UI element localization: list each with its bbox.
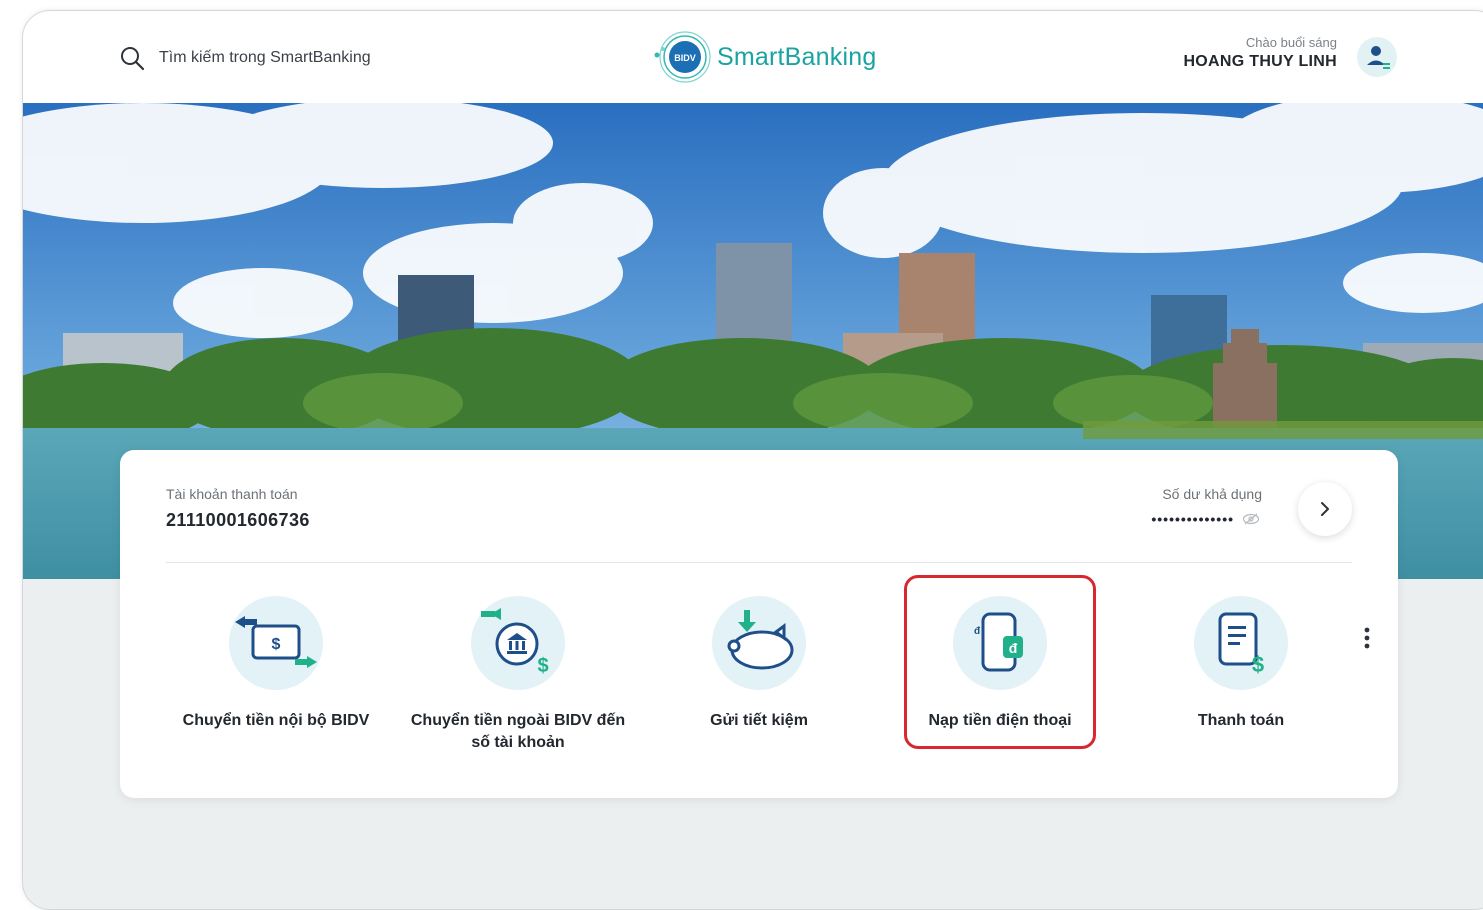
svg-text:đ: đ	[1009, 640, 1018, 656]
greeting-text: Chào buổi sáng	[1245, 35, 1337, 50]
service-internal-transfer[interactable]: $ Chuyển tiền nội bộ BIDV	[161, 596, 391, 732]
svg-text:$: $	[537, 655, 548, 677]
search-icon	[121, 47, 145, 71]
brand-name: SmartBanking	[717, 42, 877, 71]
divider	[166, 562, 1352, 563]
service-icon-bg: đ đ	[953, 596, 1047, 690]
logo-badge-text: BIDV	[674, 53, 696, 63]
service-label: Thanh toán	[1197, 712, 1285, 729]
svg-text:$: $	[1252, 652, 1264, 677]
balance-label: Số dư khả dụng	[1162, 486, 1262, 502]
service-icon-bg: $	[471, 596, 565, 690]
account-number: 21110001606736	[166, 510, 310, 530]
user-name: HOANG THUY LINH	[1183, 53, 1337, 70]
service-bill-payment[interactable]: $ Thanh toán	[1126, 596, 1356, 732]
account-type-label: Tài khoản thanh toán	[166, 486, 298, 502]
service-label: Nạp tiền điện thoại	[928, 712, 1072, 729]
svg-text:đ: đ	[974, 626, 981, 637]
savings-piggy-icon	[727, 610, 794, 670]
vertical-dots-icon	[1364, 627, 1370, 649]
service-icon-bg: $	[1194, 596, 1288, 690]
service-external-transfer[interactable]: $ Chuyển tiền ngoài BIDV đến số tài khoả…	[403, 596, 633, 754]
service-icon-bg: $	[229, 596, 323, 690]
user-menu-icon	[1367, 46, 1390, 69]
service-icon-bg	[712, 596, 806, 690]
more-options-button[interactable]	[1362, 626, 1372, 652]
search-placeholder: Tìm kiếm trong SmartBanking	[159, 49, 371, 66]
avatar[interactable]	[1357, 37, 1397, 77]
top-header: Tìm kiếm trong SmartBanking BIDV SmartBa…	[23, 11, 1483, 103]
svg-text:$: $	[272, 636, 281, 653]
eye-hidden-icon[interactable]	[1242, 513, 1260, 525]
service-savings[interactable]: Gửi tiết kiệm	[644, 596, 874, 732]
bill-payment-icon: $	[1218, 612, 1264, 677]
service-label: Gửi tiết kiệm	[710, 712, 808, 729]
balance-masked: ••••••••••••••	[1151, 511, 1234, 527]
phone-topup-icon: đ đ	[974, 612, 1023, 672]
external-transfer-icon: $	[481, 608, 549, 677]
account-details-button[interactable]	[1298, 482, 1352, 536]
chevron-right-icon	[1321, 502, 1329, 516]
internal-transfer-icon: $	[235, 616, 317, 668]
service-label: Chuyển tiền ngoài BIDV đến số tài khoản	[410, 712, 626, 751]
bidv-smartbanking-logo: BIDV SmartBanking	[651, 29, 876, 85]
service-phone-topup[interactable]: đ đ Nạp tiền điện thoại	[885, 596, 1115, 732]
account-card: Tài khoản thanh toán 21110001606736 Số d…	[120, 450, 1398, 798]
user-greeting: Chào buổi sáng HOANG THUY LINH	[1183, 35, 1337, 71]
service-label: Chuyển tiền nội bộ BIDV	[182, 712, 370, 729]
balance-value: ••••••••••••••	[1151, 511, 1260, 527]
app-window: Tìm kiếm trong SmartBanking BIDV SmartBa…	[22, 10, 1483, 910]
bidv-logo-icon: BIDV	[654, 31, 711, 83]
search-bar[interactable]: Tìm kiếm trong SmartBanking	[119, 45, 371, 71]
